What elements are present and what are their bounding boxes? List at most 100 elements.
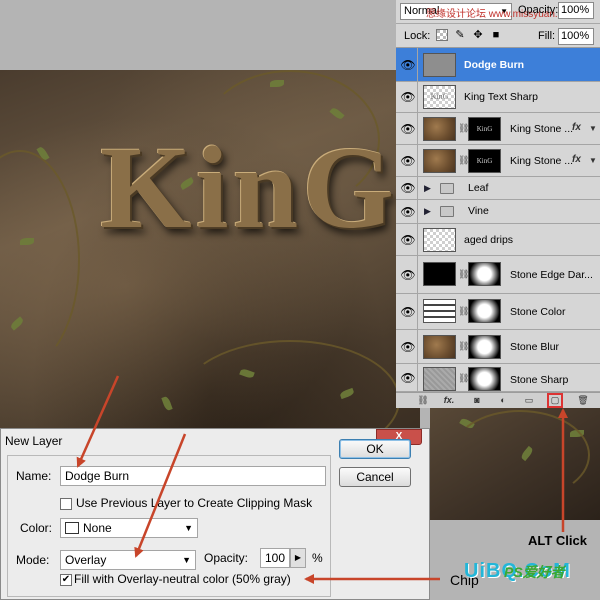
layer-thumbnail: KinG [423, 85, 456, 109]
eye-icon[interactable]: 👁 [399, 303, 417, 321]
eye-icon[interactable]: 👁 [399, 266, 417, 284]
vine-decoration [0, 150, 80, 370]
opacity-input[interactable]: 100 [260, 548, 290, 568]
eye-icon[interactable]: 👁 [399, 203, 417, 221]
neutral-fill-checkbox[interactable]: ✔ [60, 574, 72, 586]
vine-decoration [450, 410, 590, 500]
layer-mask-thumbnail [468, 335, 501, 359]
link-icon[interactable]: ⛓ [458, 155, 469, 166]
eye-icon[interactable]: 👁 [399, 120, 417, 138]
layer-row-stone-edge-dark[interactable]: 👁 ⛓ Stone Edge Dar... [396, 256, 600, 294]
lock-pixels-icon[interactable]: ✎ [454, 29, 466, 41]
lock-all-icon[interactable]: ■ [490, 29, 502, 41]
layer-name: King Stone ... [510, 155, 574, 167]
eye-icon[interactable]: 👁 [399, 231, 417, 249]
layer-name: aged drips [464, 234, 514, 246]
fx-icon[interactable]: fx [572, 154, 581, 165]
link-icon[interactable]: ⛓ [458, 269, 469, 280]
fill-field[interactable]: 100% [558, 28, 594, 45]
layer-row-king-stone-2[interactable]: 👁 ⛓ KinG King Stone ... fx ▼ [396, 145, 600, 177]
layer-mask-thumbnail: KinG [468, 149, 501, 173]
adjustment-layer-icon[interactable]: ◐ [496, 394, 510, 407]
layer-thumbnail [423, 299, 456, 323]
lock-position-icon[interactable]: ✥ [472, 29, 484, 41]
fill-label: Fill: [538, 30, 556, 42]
cancel-button[interactable]: Cancel [339, 467, 411, 487]
eye-icon[interactable]: 👁 [399, 152, 417, 170]
layer-thumbnail [423, 53, 456, 77]
color-swatch [65, 522, 79, 534]
layer-name: Vine [468, 205, 489, 217]
fx-icon[interactable]: fx [572, 122, 581, 133]
expand-arrow-icon[interactable]: ▼ [589, 156, 597, 165]
expand-arrow-icon[interactable]: ▶ [424, 183, 431, 194]
opacity-unit: % [312, 551, 323, 565]
trash-icon[interactable]: 🗑 [576, 394, 590, 407]
name-label: Name: [16, 469, 52, 483]
layer-name: Stone Sharp [510, 374, 569, 386]
layer-thumbnail [423, 262, 456, 286]
link-icon[interactable]: ⛓ [458, 123, 469, 134]
eye-icon[interactable]: 👁 [399, 369, 417, 387]
leaf-decoration [270, 80, 284, 87]
site-logo-ps: PS爱好者 [504, 564, 565, 580]
mode-select[interactable]: Overlay ▼ [60, 550, 196, 570]
name-input[interactable]: Dodge Burn [60, 466, 326, 486]
layer-group-vine[interactable]: 👁 ▶ Vine [396, 200, 600, 224]
layer-row-aged-drips[interactable]: 👁 aged drips [396, 224, 600, 256]
link-icon[interactable]: ⛓ [458, 373, 469, 384]
layer-row-stone-blur[interactable]: 👁 ⛓ Stone Blur [396, 330, 600, 364]
layers-panel-footer: ⛓ fx. ◙ ◐ ▭ ▢ 🗑 [396, 392, 600, 408]
add-mask-icon[interactable]: ◙ [470, 394, 484, 407]
leaf-decoration [20, 238, 34, 245]
layer-group-leaf[interactable]: 👁 ▶ Leaf [396, 177, 600, 200]
link-icon[interactable]: ⛓ [458, 341, 469, 352]
opacity-label: Opacity: [204, 551, 249, 565]
ok-button[interactable]: OK [339, 439, 411, 459]
opacity-field[interactable]: 100% [558, 2, 594, 19]
layer-row-stone-color[interactable]: 👁 ⛓ Stone Color [396, 294, 600, 330]
layer-row-dodge-burn[interactable]: 👁 Dodge Burn [396, 48, 600, 82]
mode-value: Overlay [65, 553, 107, 567]
expand-arrow-icon[interactable]: ▶ [424, 206, 431, 217]
layers-panel: 👁 Dodge Burn 👁 KinG King Text Sharp 👁 ⛓ … [396, 48, 600, 392]
expand-arrow-icon[interactable]: ▼ [589, 124, 597, 133]
layer-row-king-text-sharp[interactable]: 👁 KinG King Text Sharp [396, 82, 600, 113]
layer-thumbnail [423, 367, 456, 391]
neutral-fill-label: Fill with Overlay-neutral color (50% gra… [74, 572, 291, 586]
layer-options-bar: Normal ▼ 思缘设计论坛 www.missyuan.com Opacity… [396, 0, 600, 24]
layer-thumbnail [423, 149, 456, 173]
layer-row-stone-sharp[interactable]: 👁 ⛓ Stone Sharp [396, 364, 600, 392]
clip-mask-label: Use Previous Layer to Create Clipping Ma… [76, 496, 313, 510]
clip-mask-checkbox[interactable] [60, 498, 72, 510]
vine-decoration [180, 340, 400, 430]
lock-label: Lock: [404, 30, 431, 42]
layer-name: Stone Color [510, 306, 566, 318]
color-label: Color: [20, 521, 53, 535]
alt-click-annotation: ALT Click [528, 533, 587, 548]
eye-icon[interactable]: 👁 [399, 179, 417, 197]
lock-transparency-icon[interactable] [436, 29, 448, 41]
link-layers-icon[interactable]: ⛓ [416, 394, 430, 407]
link-icon[interactable]: ⛓ [458, 306, 469, 317]
eye-icon[interactable]: 👁 [399, 338, 417, 356]
layer-mask-thumbnail [468, 262, 501, 286]
layer-row-king-stone-1[interactable]: 👁 ⛓ KinG King Stone ... fx ▼ [396, 113, 600, 145]
new-layer-dialog: New Layer X Name: Dodge Burn Use Previou… [0, 428, 430, 600]
eye-icon[interactable]: 👁 [399, 88, 417, 106]
opacity-stepper[interactable]: ▶ [290, 548, 306, 568]
layer-thumbnail [423, 228, 456, 252]
dialog-title: New Layer [5, 434, 63, 448]
layer-name: Stone Edge Dar... [510, 269, 593, 281]
artwork-canvas[interactable]: KinG [0, 70, 420, 430]
lock-bar: Lock: ✎ ✥ ■ Fill: 100% [396, 24, 600, 48]
opacity-label: Opacity: [518, 4, 559, 16]
eye-icon[interactable]: 👁 [399, 56, 417, 74]
color-select[interactable]: None ▼ [60, 518, 198, 538]
color-value: None [83, 521, 112, 535]
new-group-icon[interactable]: ▭ [522, 394, 536, 407]
add-style-icon[interactable]: fx. [442, 394, 456, 407]
new-layer-icon[interactable]: ▢ [547, 393, 563, 408]
artwork-canvas-lower[interactable] [430, 400, 600, 520]
chevron-down-icon: ▼ [182, 555, 191, 565]
